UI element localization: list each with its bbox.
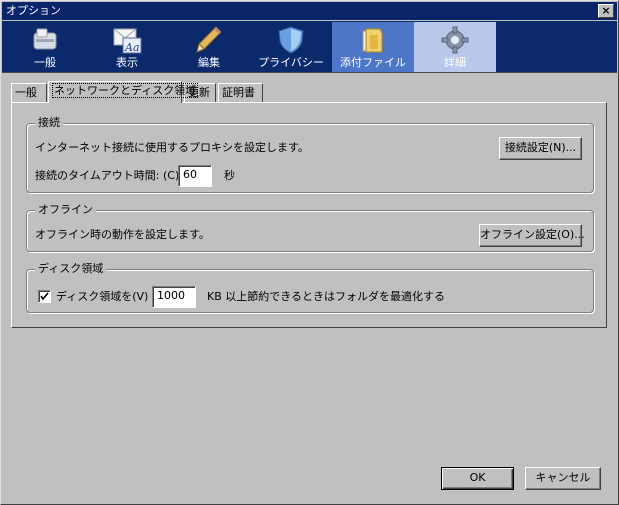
window-title: オプション [6,4,61,17]
toolbar-label-display: 表示 [116,56,138,69]
connection-legend: 接続 [35,116,63,130]
shield-icon [278,26,304,54]
tab-certificates[interactable]: 証明書 [218,83,263,102]
options-dialog: オプション × 一般 Aa 表示 編集 プライバシー 添付ファイル 詳細 一般 … [0,0,619,505]
toolbar-item-edit[interactable]: 編集 [168,22,250,72]
toolbar-item-privacy[interactable]: プライバシー [250,22,332,72]
offline-legend: オフライン [35,203,96,217]
ok-button[interactable]: OK [441,467,514,490]
category-toolbar: 一般 Aa 表示 編集 プライバシー 添付ファイル 詳細 [2,21,617,73]
svg-text:Aa: Aa [124,41,140,54]
tab-general[interactable]: 一般 [11,83,47,102]
close-button[interactable]: × [598,4,614,18]
toolbar-item-advanced[interactable]: 詳細 [414,22,496,72]
title-bar[interactable]: オプション × [2,2,617,20]
tab-certificates-label: 証明書 [222,86,255,99]
connection-settings-button[interactable]: 接続設定(N)... [499,137,582,160]
connection-description: インターネット接続に使用するプロキシを設定します。 [35,141,309,154]
toolbar-item-display[interactable]: Aa 表示 [86,22,168,72]
toolbar-label-attachments: 添付ファイル [340,56,406,69]
toolbar-item-general[interactable]: 一般 [4,22,86,72]
general-icon [33,28,57,50]
offline-settings-button[interactable]: オフライン設定(O)... [479,224,585,247]
checkmark-icon [40,292,49,301]
timeout-unit: 秒 [224,169,235,182]
timeout-input[interactable]: 60 [178,165,212,187]
timeout-label: 接続のタイムアウト時間: (C) [35,169,180,182]
toolbar-label-edit: 編集 [198,56,220,69]
tab-network-disk[interactable]: ネットワークとディスク領域 [48,81,199,103]
folder-icon [362,28,383,53]
disk-group: ディスク領域 ディスク領域を(V) 1000 KB 以上節約できるときはフォルダ… [26,262,594,313]
gear-icon [441,26,469,54]
cancel-button[interactable]: キャンセル [525,467,601,490]
disk-legend: ディスク領域 [35,262,107,276]
toolbar-label-general: 一般 [34,56,56,69]
toolbar-label-privacy: プライバシー [258,56,324,69]
offline-group: オフライン オフライン時の動作を設定します。 オフライン設定(O)... [26,203,594,252]
toolbar-label-advanced: 詳細 [444,56,466,69]
toolbar-item-attachments[interactable]: 添付ファイル [332,22,414,72]
connection-group: 接続 インターネット接続に使用するプロキシを設定します。 接続設定(N)... … [26,116,594,193]
tab-panel: 接続 インターネット接続に使用するプロキシを設定します。 接続設定(N)... … [11,102,607,328]
tab-general-label: 一般 [15,86,37,99]
disk-checkbox-label[interactable]: ディスク領域を(V) [56,290,148,304]
edit-pencil-icon [196,26,222,53]
disk-optimize-checkbox[interactable] [38,290,51,303]
offline-description: オフライン時の動作を設定します。 [35,228,210,241]
tab-network-disk-label: ネットワークとディスク領域 [52,83,199,98]
disk-size-input[interactable]: 1000 [152,286,196,308]
disk-suffix-label: KB 以上節約できるときはフォルダを最適化する [207,290,446,303]
display-icon: Aa [113,28,142,54]
